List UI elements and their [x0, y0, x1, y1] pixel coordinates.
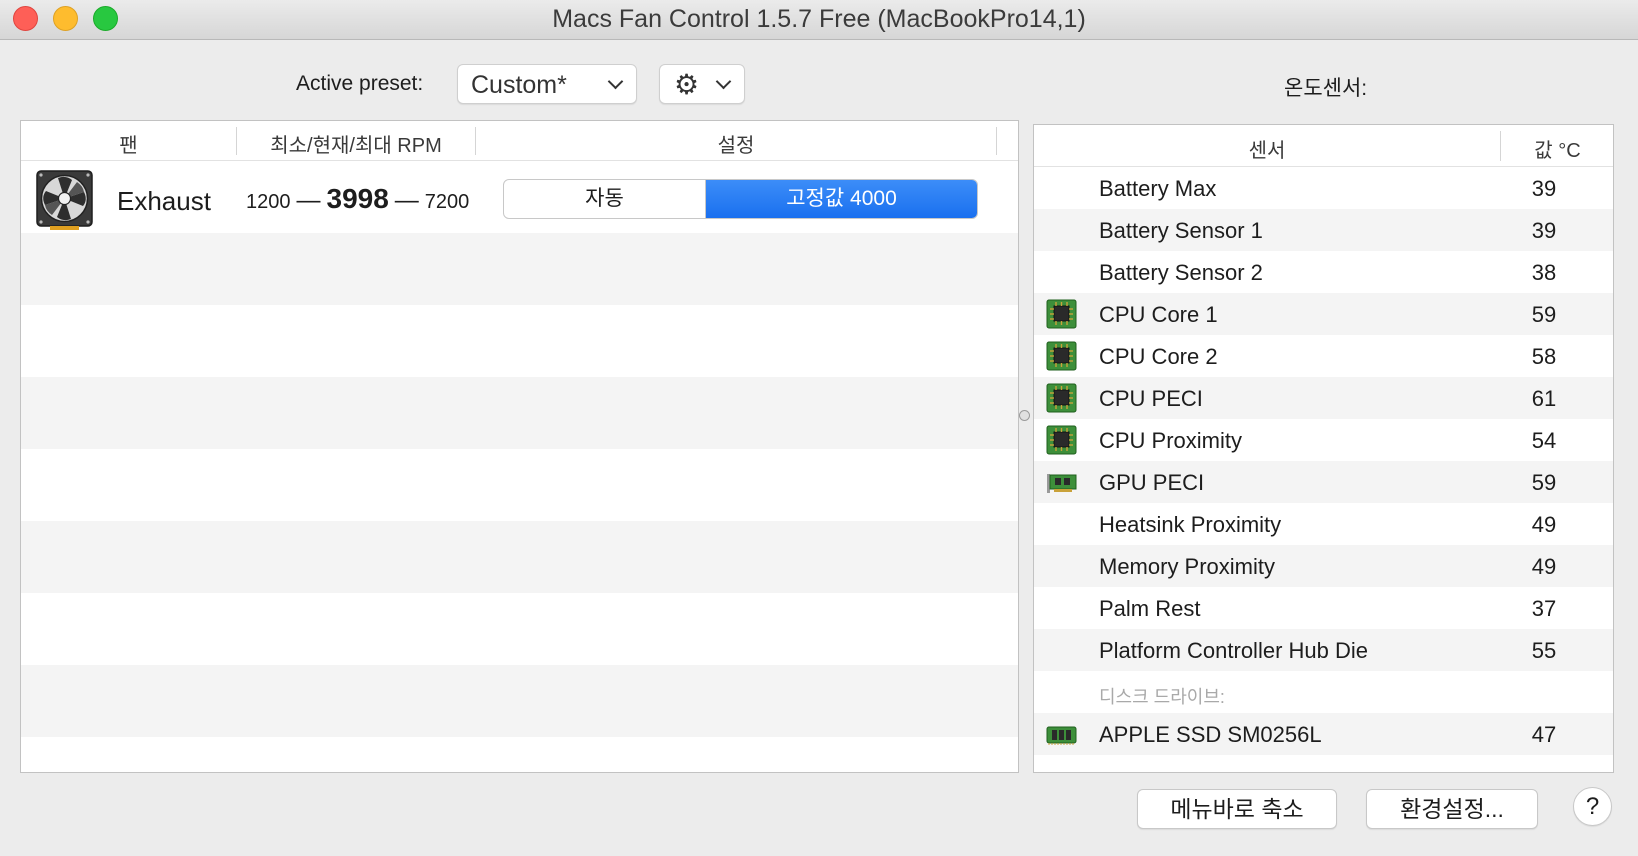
sensor-name: Memory Proximity	[1099, 554, 1276, 579]
sensor-row[interactable]: Palm Rest 37	[1034, 587, 1613, 629]
window-title: Macs Fan Control 1.5.7 Free (MacBookPro1…	[552, 5, 1086, 33]
ssd-drive-icon	[1046, 719, 1077, 749]
sensor-group-label: 디스크 드라이브:	[1099, 687, 1225, 707]
preferences-button[interactable]: 환경설정...	[1366, 789, 1538, 829]
sensor-value: 55	[1531, 638, 1557, 663]
sensor-name: CPU PECI	[1099, 386, 1203, 411]
chevron-down-icon	[607, 73, 624, 90]
sensor-row[interactable]: Platform Controller Hub Die 55	[1034, 629, 1613, 671]
sensor-name: Platform Controller Hub Die	[1099, 638, 1368, 663]
table-row	[21, 377, 1018, 449]
fan-rpm-readout: 1200—3998—7200	[246, 183, 489, 215]
sensor-group-row[interactable]: 디스크 드라이브:	[1034, 671, 1613, 713]
sensor-row[interactable]: Heatsink Proximity 49	[1034, 503, 1613, 545]
sensor-name: Palm Rest	[1099, 596, 1201, 621]
preset-value: Custom*	[471, 71, 567, 99]
sensor-name: Battery Sensor 1	[1099, 218, 1263, 243]
cpu-chip-icon	[1046, 425, 1077, 455]
sensor-row[interactable]: CPU PECI 61	[1034, 377, 1613, 419]
sensor-value: 49	[1531, 554, 1557, 579]
help-button[interactable]: ?	[1573, 787, 1612, 826]
fan-fixed-value-button[interactable]: 고정값 4000	[706, 180, 977, 218]
table-row	[21, 233, 1018, 305]
split-view-handle[interactable]	[1019, 410, 1030, 421]
sensor-name: APPLE SSD SM0256L	[1099, 722, 1322, 747]
column-header-value[interactable]: 값 °C	[1501, 134, 1613, 163]
table-row	[21, 593, 1018, 665]
sensor-table-header: 센서 값 °C	[1034, 125, 1613, 167]
sensor-value: 38	[1531, 260, 1557, 285]
fan-table: 팬 최소/현재/최대 RPM 설정 Exhaust 1200 — 3998 — …	[20, 120, 1019, 773]
fan-icon	[36, 170, 93, 230]
fan-current-rpm: 3998	[326, 183, 389, 214]
sensor-row[interactable]: GPU PECI 59	[1034, 461, 1613, 503]
fan-name: Exhaust	[117, 186, 211, 216]
sensor-name: Battery Sensor 2	[1099, 260, 1263, 285]
table-row	[21, 449, 1018, 521]
fan-min-rpm: 1200	[246, 191, 291, 213]
sensor-table: 센서 값 °C Battery Max 39 Battery Sensor 1 39 B…	[1033, 124, 1614, 773]
settings-menu-button[interactable]: ⚙	[659, 64, 745, 104]
active-preset-label: Active preset:	[296, 72, 424, 95]
sensor-row[interactable]: CPU Core 1 59	[1034, 293, 1613, 335]
sensor-name: Heatsink Proximity	[1099, 512, 1282, 537]
column-header-fan[interactable]: 팬	[21, 129, 236, 158]
column-header-rpm[interactable]: 최소/현재/최대 RPM	[237, 129, 475, 158]
sensor-value: 47	[1531, 722, 1557, 747]
sensor-value: 39	[1531, 176, 1557, 201]
sensor-row[interactable]: APPLE SSD SM0256L 47	[1034, 713, 1613, 755]
fan-auto-button[interactable]: 자동	[504, 180, 706, 218]
table-row	[21, 737, 1018, 772]
sensor-value: 59	[1531, 302, 1557, 327]
sensor-row[interactable]: CPU Core 2 58	[1034, 335, 1613, 377]
column-header-sensor[interactable]: 센서	[1034, 134, 1500, 163]
sensor-name: GPU PECI	[1099, 470, 1205, 495]
sensor-row[interactable]: Battery Max 39	[1034, 167, 1613, 209]
fan-table-header: 팬 최소/현재/최대 RPM 설정	[21, 121, 1018, 161]
sensor-name: CPU Proximity	[1099, 428, 1243, 453]
sensor-name: CPU Core 1	[1099, 302, 1218, 327]
column-divider[interactable]	[996, 127, 997, 155]
cpu-chip-icon	[1046, 383, 1077, 413]
column-header-control[interactable]: 설정	[476, 129, 996, 158]
cpu-chip-icon	[1046, 341, 1077, 371]
gear-icon: ⚙	[674, 69, 700, 100]
sensor-value: 61	[1531, 386, 1557, 411]
sensor-name: Battery Max	[1099, 176, 1217, 201]
fan-control-segmented: 자동 고정값 4000	[503, 179, 978, 219]
sensor-value: 49	[1531, 512, 1557, 537]
rpm-separator: —	[394, 187, 419, 214]
sensor-row[interactable]: CPU Proximity 54	[1034, 419, 1613, 461]
sensor-value: 39	[1531, 218, 1557, 243]
chevron-down-icon	[715, 73, 732, 90]
preset-dropdown[interactable]: Custom*	[457, 64, 637, 104]
sensor-row[interactable]: Memory Proximity 49	[1034, 545, 1613, 587]
sensor-value: 59	[1531, 470, 1557, 495]
minimize-to-menubar-button[interactable]: 메뉴바로 축소	[1137, 789, 1337, 829]
sensors-section-label: 온도센서:	[1284, 77, 1368, 100]
fan-rows	[21, 161, 1018, 772]
cpu-chip-icon	[1046, 299, 1077, 329]
gpu-card-icon	[1046, 467, 1077, 497]
sensor-name: CPU Core 2	[1099, 344, 1218, 369]
sensor-rows: Battery Max 39 Battery Sensor 1 39 Battery S…	[1034, 167, 1613, 755]
table-row	[21, 521, 1018, 593]
sensor-value: 54	[1531, 428, 1557, 453]
sensor-row[interactable]: Battery Sensor 1 39	[1034, 209, 1613, 251]
fan-max-rpm: 7200	[424, 191, 470, 213]
sensor-value: 37	[1531, 596, 1557, 621]
sensor-value: 58	[1531, 344, 1557, 369]
table-row	[21, 305, 1018, 377]
rpm-separator: —	[296, 187, 321, 214]
title-bar: Macs Fan Control 1.5.7 Free (MacBookPro1…	[0, 0, 1638, 40]
table-row	[21, 665, 1018, 737]
sensor-row[interactable]: Battery Sensor 2 38	[1034, 251, 1613, 293]
